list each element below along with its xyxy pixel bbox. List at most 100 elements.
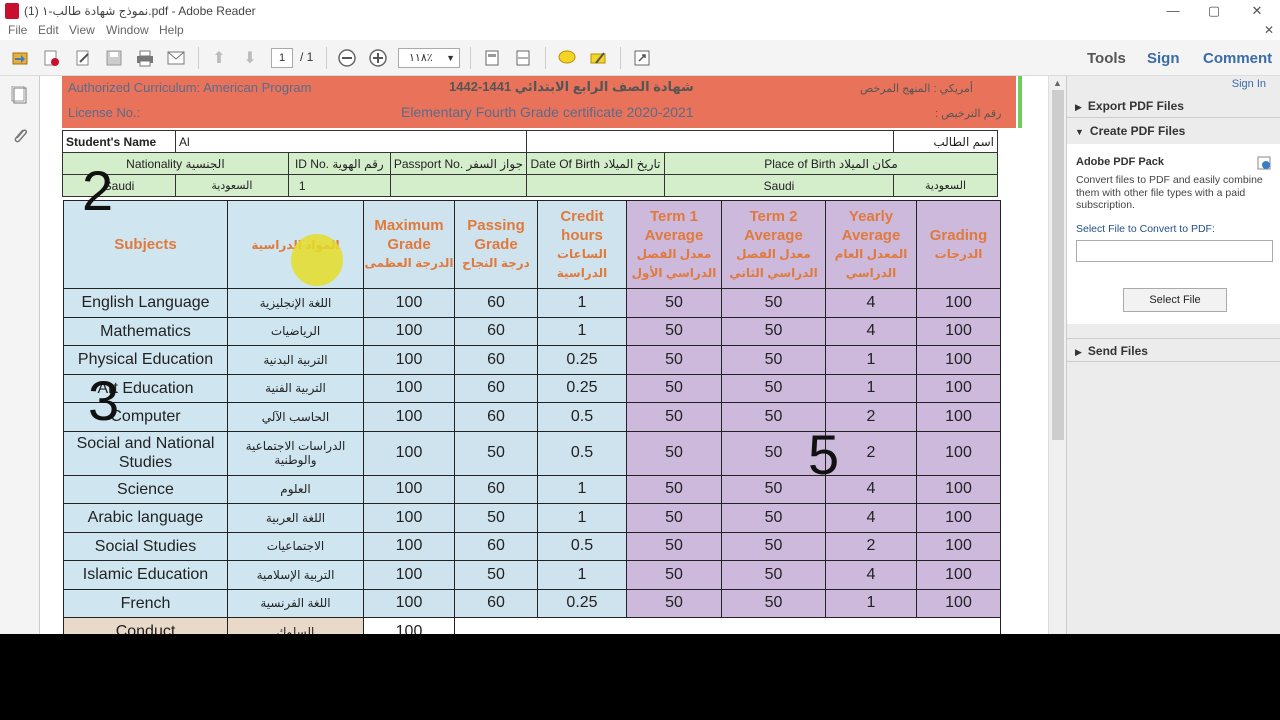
create-pdf-section[interactable]: ▼ Create PDF Files [1067, 119, 1280, 143]
yearly-cell: 1 [825, 373, 917, 403]
grading-cell: 100 [916, 588, 1001, 618]
term1-cell: 50 [626, 474, 722, 504]
tasks-pane: Sign In ▶ Export PDF Files ▼ Create PDF Fi… [1066, 76, 1280, 634]
menu-view[interactable]: View [69, 23, 95, 37]
sign-button[interactable]: Sign [1147, 50, 1180, 67]
expand-icon[interactable] [630, 47, 654, 69]
attachment-icon[interactable] [10, 126, 30, 146]
fit-page-icon[interactable] [480, 47, 504, 69]
send-files-section[interactable]: ▶ Send Files [1067, 338, 1280, 362]
credit-hours-cell: 1 [537, 474, 627, 504]
window-title: نموذج شهادة طالب-١ (1).pdf - Adobe Reade… [24, 4, 256, 18]
file-path-input[interactable] [1076, 240, 1273, 262]
send-files-label: Send Files [1087, 344, 1148, 358]
arabic-curriculum-label: أمريكي : المنهج المرخص [860, 83, 973, 95]
table-row: French اللغة الفرنسية 100 60 0.25 50 50 1 100 [63, 588, 1001, 618]
conduct-row: Conduct السلوك 100 [63, 617, 1001, 634]
conduct-en-cell: Conduct [63, 617, 228, 634]
page-number-input[interactable]: 1 [271, 48, 293, 68]
grading-cell: 100 [916, 503, 1001, 533]
pdf-pack-icon [1257, 156, 1271, 170]
annotation-number-2: 2 [82, 159, 114, 222]
sign-in-link[interactable]: Sign In [1232, 78, 1266, 90]
chevron-down-icon: ▼ [446, 53, 455, 63]
term1-cell: 50 [626, 588, 722, 618]
select-file-button[interactable]: Select File [1123, 288, 1227, 312]
term2-cell: 50 [721, 531, 826, 561]
passing-grade-cell: 60 [454, 288, 538, 318]
yearly-cell: 4 [825, 503, 917, 533]
menu-file[interactable]: File [8, 23, 27, 37]
maximize-button[interactable]: ▢ [1204, 2, 1224, 20]
passing-ar: درجة النجاح [462, 256, 530, 270]
passport-label: Passport No. جواز السفر [389, 152, 528, 175]
passing-grade-cell: 50 [454, 560, 538, 590]
subject-en-cell: Islamic Education [63, 560, 228, 590]
highlight-icon[interactable] [586, 47, 610, 69]
term2-cell: 50 [721, 503, 826, 533]
comment-button[interactable]: Comment [1203, 50, 1272, 67]
next-page-icon[interactable]: ⬇ [238, 47, 262, 69]
edit-icon[interactable] [71, 47, 95, 69]
print-icon[interactable] [133, 47, 157, 69]
term2-ar: معدل الفصل الدراسي الثاني [729, 246, 818, 280]
term1-cell: 50 [626, 402, 722, 432]
term1-cell: 50 [626, 288, 722, 318]
grading-en: Grading [929, 226, 988, 244]
term2-cell: 50 [721, 345, 826, 375]
grading-cell: 100 [916, 373, 1001, 403]
annotation-number-5: 5 [808, 423, 840, 486]
zoom-out-icon[interactable] [335, 47, 359, 69]
menu-edit[interactable]: Edit [38, 23, 59, 37]
vertical-scrollbar[interactable]: ▲ [1048, 76, 1066, 634]
grade-rows: English Language اللغة الإنجليزية 100 60 1 50… [63, 288, 1001, 634]
annotation-number-3: 3 [88, 369, 120, 432]
credit-en: Credit hours [560, 207, 604, 244]
export-pdf-section[interactable]: ▶ Export PDF Files [1067, 94, 1280, 118]
scroll-thumb[interactable] [1052, 90, 1064, 440]
credit-hours-cell: 0.5 [537, 430, 627, 476]
student-name-blank [526, 130, 894, 153]
term1-cell: 50 [626, 503, 722, 533]
fit-width-icon[interactable] [511, 47, 535, 69]
passing-en: Passing Grade [467, 217, 525, 253]
subject-ar-cell: الحاسب الآلي [227, 402, 364, 432]
sticky-note-icon[interactable] [555, 47, 579, 69]
menu-help[interactable]: Help [159, 23, 184, 37]
id-value: 1 [287, 174, 391, 197]
scroll-up-icon[interactable]: ▲ [1053, 78, 1062, 88]
max-grade-header: Maximum Grade الدرجة العظمى [363, 200, 455, 289]
close-button[interactable]: ✕ [1247, 2, 1267, 20]
document-view[interactable]: Authorized Curriculum: American Program … [40, 76, 1048, 634]
open-icon[interactable] [8, 47, 32, 69]
minimize-button[interactable]: — [1163, 2, 1183, 20]
table-row: Arabic language اللغة العربية 100 50 1 50 50 4 1… [63, 503, 1001, 533]
page-thumbnails-icon[interactable] [10, 85, 30, 106]
table-row: Islamic Education التربية الإسلامية 100 50 1… [63, 560, 1001, 590]
toolbar-separator [545, 47, 546, 69]
zoom-level-select[interactable]: ١١٨٪ ▼ [398, 48, 460, 68]
term1-cell: 50 [626, 345, 722, 375]
adobe-reader-window: نموذج شهادة طالب-١ (1).pdf - Adobe Reade… [0, 0, 1280, 634]
table-row: Mathematics الرياضيات 100 60 1 50 50 4 100 [63, 316, 1001, 346]
menu-bar: File Edit View Window Help ✕ [0, 22, 1280, 40]
create-pdf-icon[interactable] [39, 47, 63, 69]
tools-button[interactable]: Tools [1087, 50, 1126, 67]
previous-page-icon[interactable]: ⬆ [207, 47, 231, 69]
subject-ar-cell: العلوم [227, 474, 364, 504]
pob-label: Place of Birth مكان الميلاد [664, 152, 998, 175]
student-name-label: Student's Name [62, 130, 176, 153]
term1-en: Term 1 Average [644, 207, 704, 244]
subject-ar-cell: التربية الفنية [227, 373, 364, 403]
subject-ar-cell: الدراسات الاجتماعية والوطنية [227, 430, 364, 476]
close-document-icon[interactable]: ✕ [1264, 23, 1274, 37]
menu-window[interactable]: Window [106, 23, 149, 37]
save-icon[interactable] [102, 47, 126, 69]
table-row: Social and National Studies الدراسات الاج… [63, 430, 1001, 476]
term2-cell: 50 [721, 373, 826, 403]
zoom-in-icon[interactable] [366, 47, 390, 69]
yearly-cell: 1 [825, 588, 917, 618]
credit-hours-cell: 0.25 [537, 373, 627, 403]
email-icon[interactable] [164, 47, 188, 69]
grading-ar: الدرجات [934, 246, 983, 261]
